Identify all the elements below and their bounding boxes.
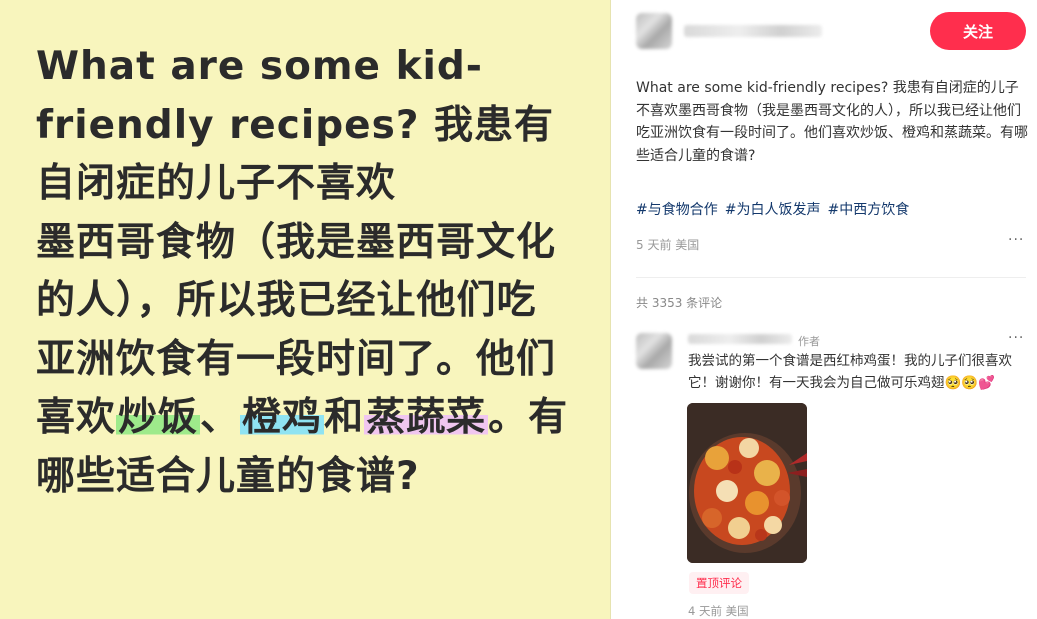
post-meta: 5 天前 美国	[636, 238, 700, 252]
more-dots-icon[interactable]: ···	[1008, 232, 1024, 248]
comment-author-name[interactable]	[688, 334, 792, 344]
comment-count: 共 3353 条评论	[636, 296, 723, 310]
image-text-part1: What are some kid-friendly recipes? 我患有自…	[36, 44, 555, 206]
post-description: What are some kid-friendly recipes? 我患有自…	[636, 80, 1028, 164]
highlight-fried-rice: 炒饭	[116, 395, 201, 440]
comment-meta: 4 天前 美国	[688, 604, 749, 618]
comment-photo[interactable]	[687, 403, 807, 563]
pinned-comment-badge: 置顶评论	[689, 572, 749, 594]
comment-avatar[interactable]	[636, 333, 672, 369]
tag-link[interactable]: #中西方饮食	[827, 202, 909, 218]
more-dots-icon[interactable]: ···	[1008, 330, 1024, 346]
comment-text: 我尝试的第一个食谱是西红柿鸡蛋！我的儿子们很喜欢它！谢谢你！有一天我会为自己做可…	[688, 353, 1012, 391]
post-detail-panel: 关注 What are some kid-friendly recipes? 我…	[612, 0, 1037, 619]
author-name[interactable]	[684, 25, 822, 37]
author-badge: 作者	[798, 335, 820, 348]
tag-link[interactable]: #与食物合作	[636, 202, 718, 218]
tag-link[interactable]: #为白人饭发声	[725, 202, 821, 218]
post-image-text: What are some kid-friendly recipes? 我患有自…	[36, 38, 576, 506]
highlight-orange-chicken: 橙鸡	[240, 395, 325, 440]
tomato-egg-photo-icon	[687, 403, 807, 563]
post-image-panel: What are some kid-friendly recipes? 我患有自…	[0, 0, 611, 619]
highlight-steamed-vegetables: 蒸蔬菜	[364, 395, 489, 440]
author-avatar[interactable]	[636, 13, 672, 49]
divider	[636, 277, 1026, 278]
image-text-separator: 、	[200, 395, 241, 440]
image-text-and: 和	[324, 395, 365, 440]
post-tags: #与食物合作 #为白人饭发声 #中西方饮食	[636, 199, 916, 219]
follow-button[interactable]: 关注	[930, 12, 1026, 50]
